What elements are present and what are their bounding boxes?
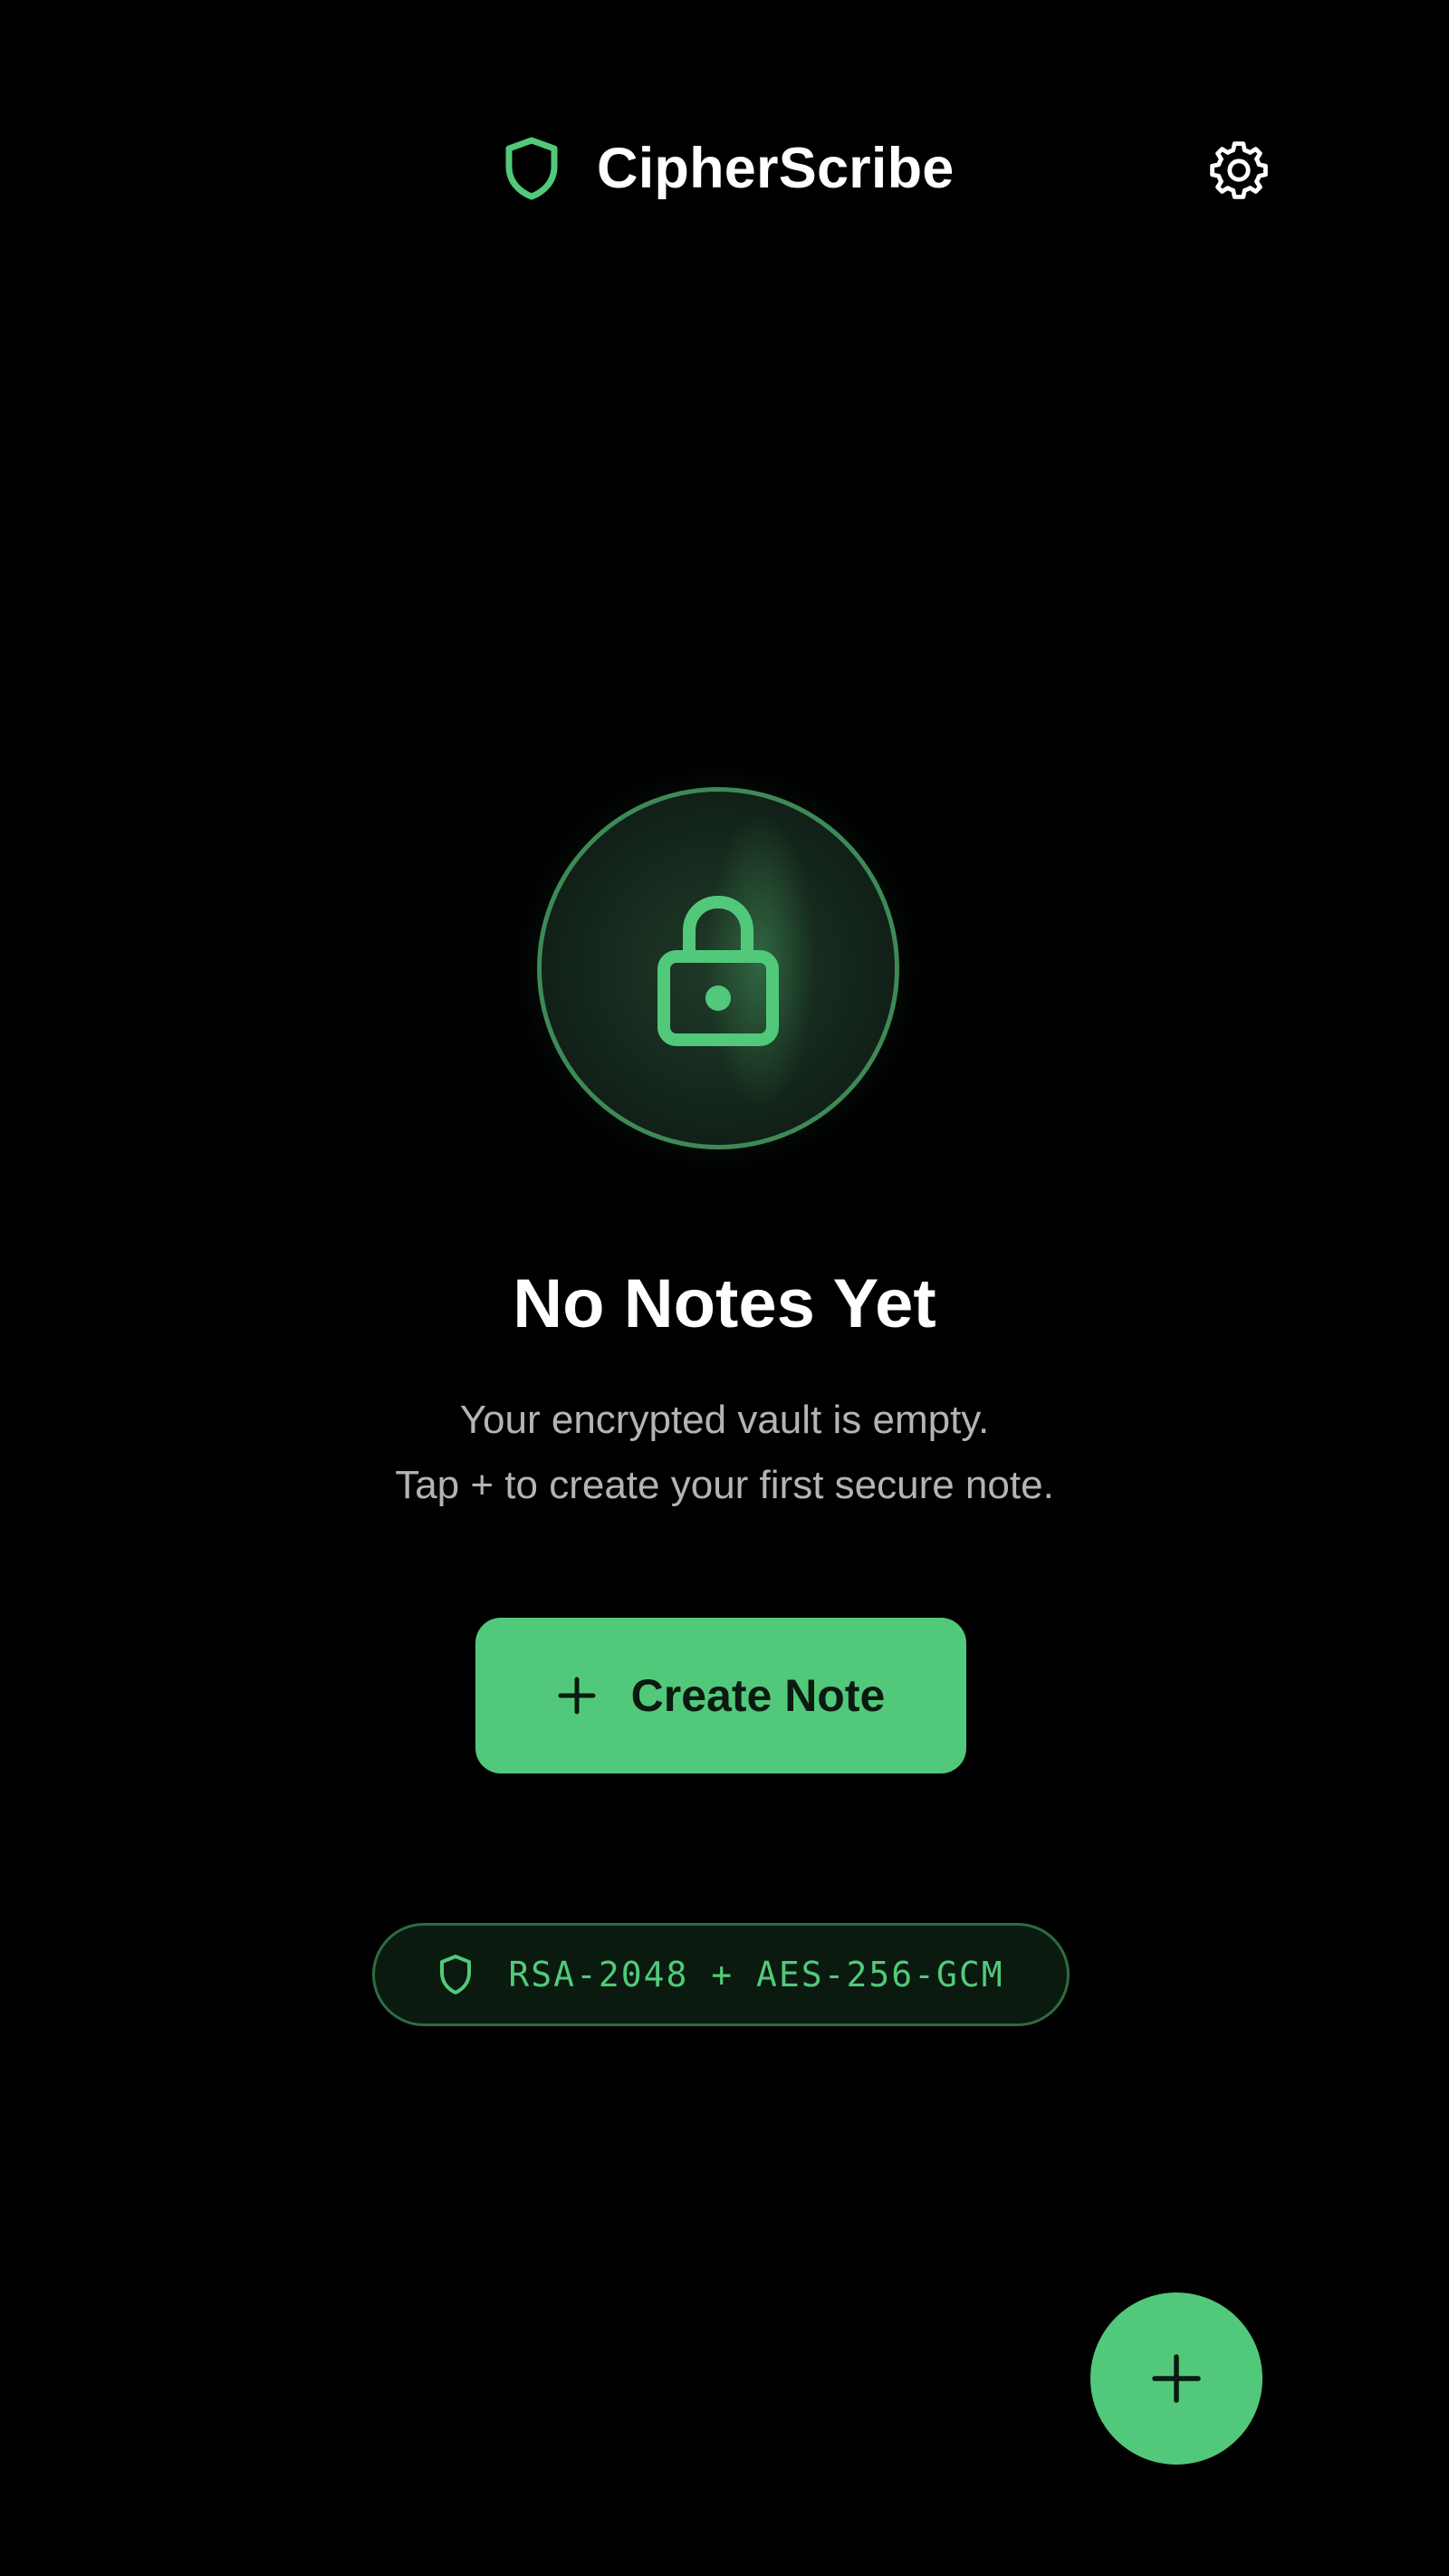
create-note-button[interactable]: Create Note (475, 1618, 966, 1773)
empty-state-title: No Notes Yet (513, 1265, 936, 1342)
app-header: CipherScribe (0, 0, 1449, 337)
shield-icon (505, 137, 558, 200)
empty-state-description-line-2: Tap + to create your first secure note. (395, 1463, 1054, 1507)
encryption-text: RSA-2048 + AES-256-GCM (508, 1955, 1004, 1994)
add-note-fab[interactable] (1090, 2292, 1262, 2465)
encryption-badge: RSA-2048 + AES-256-GCM (372, 1923, 1070, 2026)
create-note-label: Create Note (630, 1670, 886, 1721)
app-title: CipherScribe (597, 137, 955, 200)
plus-icon (558, 1677, 596, 1715)
settings-button[interactable] (1203, 134, 1275, 207)
lock-icon (657, 895, 779, 1046)
shield-icon (440, 1955, 472, 1994)
brand: CipherScribe (503, 136, 955, 201)
gear-icon (1210, 141, 1268, 199)
plus-icon (1152, 2354, 1201, 2403)
empty-state-description-line-1: Your encrypted vault is empty. (459, 1398, 990, 1442)
lock-illustration (537, 787, 899, 1149)
